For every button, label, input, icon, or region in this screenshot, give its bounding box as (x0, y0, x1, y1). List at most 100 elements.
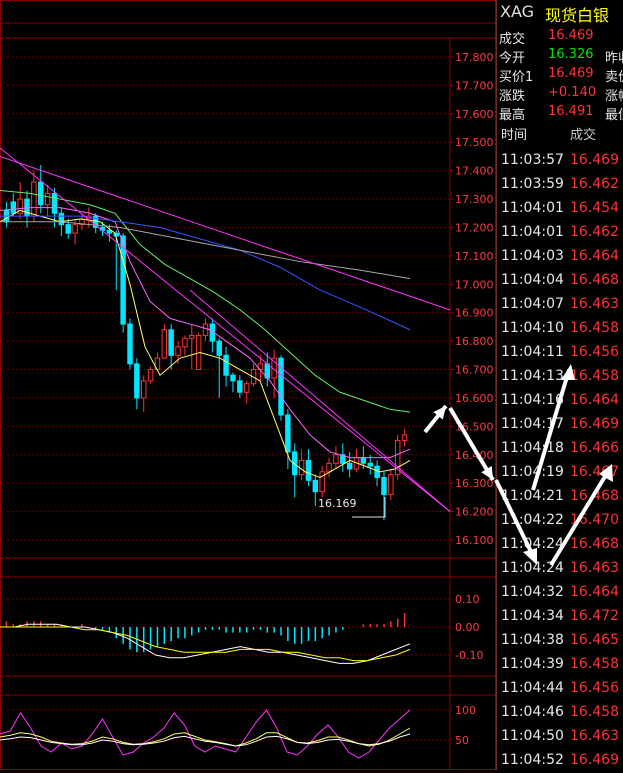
quote-value: 16.469 (548, 66, 594, 81)
tick-row[interactable]: 11:03:57 16.469 (497, 149, 623, 173)
candle-body (202, 323, 209, 336)
tick-price: 16.465 (570, 632, 619, 648)
price-tick-label: 16.300 (455, 477, 494, 490)
quote-label-secondary: 涨幅 (605, 89, 623, 104)
quote-header: XAG 现货白银 (497, 0, 623, 27)
ticks-header: 时间 成交 (497, 121, 623, 147)
symbol-code: XAG (500, 2, 535, 21)
tick-price: 16.468 (570, 272, 619, 288)
macd-dif-line (0, 623, 411, 664)
tick-time: 11:04:07 (501, 296, 564, 312)
ticks-header-time: 时间 (501, 128, 528, 143)
candlestick-chart[interactable]: 17.800 17.700 17.600 17.500 17.400 17.300 17.2… (0, 0, 497, 770)
candle-body (223, 354, 229, 376)
candle-body (312, 479, 319, 493)
tick-row[interactable]: 11:04:04 16.468 (497, 269, 623, 293)
candle-body (346, 462, 353, 470)
price-tick-label: 16.600 (455, 392, 494, 405)
ticks-header-price: 成交 (570, 128, 597, 143)
tick-row[interactable]: 11:04:01 16.454 (497, 197, 623, 221)
candle-body (401, 434, 408, 442)
annotation-arrow (494, 479, 537, 561)
annotation-arrowhead (523, 548, 537, 565)
tick-price: 16.454 (570, 200, 619, 216)
quote-value: 16.469 (548, 28, 594, 43)
tick-row[interactable]: 11:04:46 16.458 (497, 701, 623, 725)
kdj-tick-label: 100 (455, 704, 476, 717)
tick-price: 16.458 (570, 320, 619, 336)
annotation-arrow (531, 369, 571, 491)
tick-row[interactable]: 11:04:07 16.463 (497, 293, 623, 317)
tick-row[interactable]: 11:04:10 16.458 (497, 317, 623, 341)
tick-row[interactable]: 11:04:50 16.463 (497, 725, 623, 749)
tick-time: 11:04:50 (501, 728, 564, 744)
quote-value: +0.140 (548, 85, 597, 100)
candle-body (360, 457, 367, 464)
low-marker (352, 497, 386, 518)
tick-time: 11:04:38 (501, 632, 564, 648)
quote-label: 今开 (499, 51, 526, 66)
candle-body (230, 374, 236, 382)
price-tick-label: 17.600 (455, 108, 494, 121)
price-tick-label: 17.400 (455, 165, 494, 178)
tick-price: 16.469 (570, 752, 619, 768)
quote-label: 涨跌 (499, 89, 526, 104)
tick-row[interactable]: 11:04:34 16.472 (497, 605, 623, 629)
tick-price: 16.464 (570, 248, 619, 264)
quote-row: 买价1 16.469 卖价 (497, 65, 623, 85)
candle-body (388, 474, 394, 496)
candle-body (182, 337, 188, 348)
quote-row: 今开 16.326 昨收 (497, 46, 623, 66)
tick-time: 11:04:04 (501, 272, 564, 288)
symbol-name: 现货白银 (545, 6, 610, 25)
tick-price: 16.469 (570, 152, 619, 168)
price-tick-label: 16.900 (455, 307, 494, 320)
tick-time: 11:04:01 (501, 224, 564, 240)
candle-body (65, 224, 71, 234)
candle-body (10, 201, 17, 214)
price-tick-label: 17.300 (455, 193, 494, 206)
tick-row[interactable]: 11:04:38 16.465 (497, 629, 623, 653)
quote-row: 涨跌 +0.140 涨幅 (497, 84, 623, 104)
candle-body (106, 229, 113, 234)
price-tick-label: 16.700 (455, 364, 494, 377)
tick-time: 11:04:46 (501, 704, 564, 720)
macd-tick-label: 0.00 (455, 621, 480, 634)
quote-value: 16.326 (548, 47, 594, 62)
tick-price: 16.463 (570, 296, 619, 312)
annotation-arrowhead (561, 364, 575, 380)
tick-price: 16.462 (570, 176, 619, 192)
quote-row: 最高16.491最低 (497, 103, 623, 123)
quote-label-secondary: 卖价 (605, 70, 623, 85)
candle-body (127, 323, 133, 365)
price-tick-label: 17.500 (455, 136, 494, 149)
tick-time: 11:04:01 (501, 200, 564, 216)
annotation-arrow (549, 468, 611, 567)
tick-row[interactable]: 11:04:44 16.456 (497, 677, 623, 701)
moving-average-line (0, 209, 411, 479)
candle-body (44, 192, 51, 206)
candle-body (72, 224, 78, 234)
tick-price: 16.456 (570, 680, 619, 696)
tick-time: 11:04:03 (501, 248, 564, 264)
price-tick-label: 17.700 (455, 79, 494, 92)
tick-row[interactable]: 11:04:01 16.462 (497, 221, 623, 245)
tick-row[interactable]: 11:04:52 16.469 (497, 749, 623, 773)
tick-time: 11:04:39 (501, 656, 564, 672)
price-tick-label: 17.100 (455, 250, 494, 263)
quote-label: 买价1 (499, 70, 534, 85)
candle-body (367, 462, 373, 467)
candle-body (134, 363, 140, 399)
candle-body (237, 380, 243, 393)
candle-body (147, 369, 154, 382)
candle-body (168, 329, 174, 356)
macd-dea-line (0, 626, 411, 662)
tick-row[interactable]: 11:04:39 16.458 (497, 653, 623, 677)
tick-row[interactable]: 11:03:59 16.462 (497, 173, 623, 197)
tick-row[interactable]: 11:04:03 16.464 (497, 245, 623, 269)
low-price-label: 16.169 (318, 497, 357, 510)
quote-label-secondary: 昨收 (605, 51, 623, 66)
candle-body (333, 454, 339, 464)
candle-body (189, 334, 195, 339)
price-tick-label: 17.000 (455, 278, 494, 291)
